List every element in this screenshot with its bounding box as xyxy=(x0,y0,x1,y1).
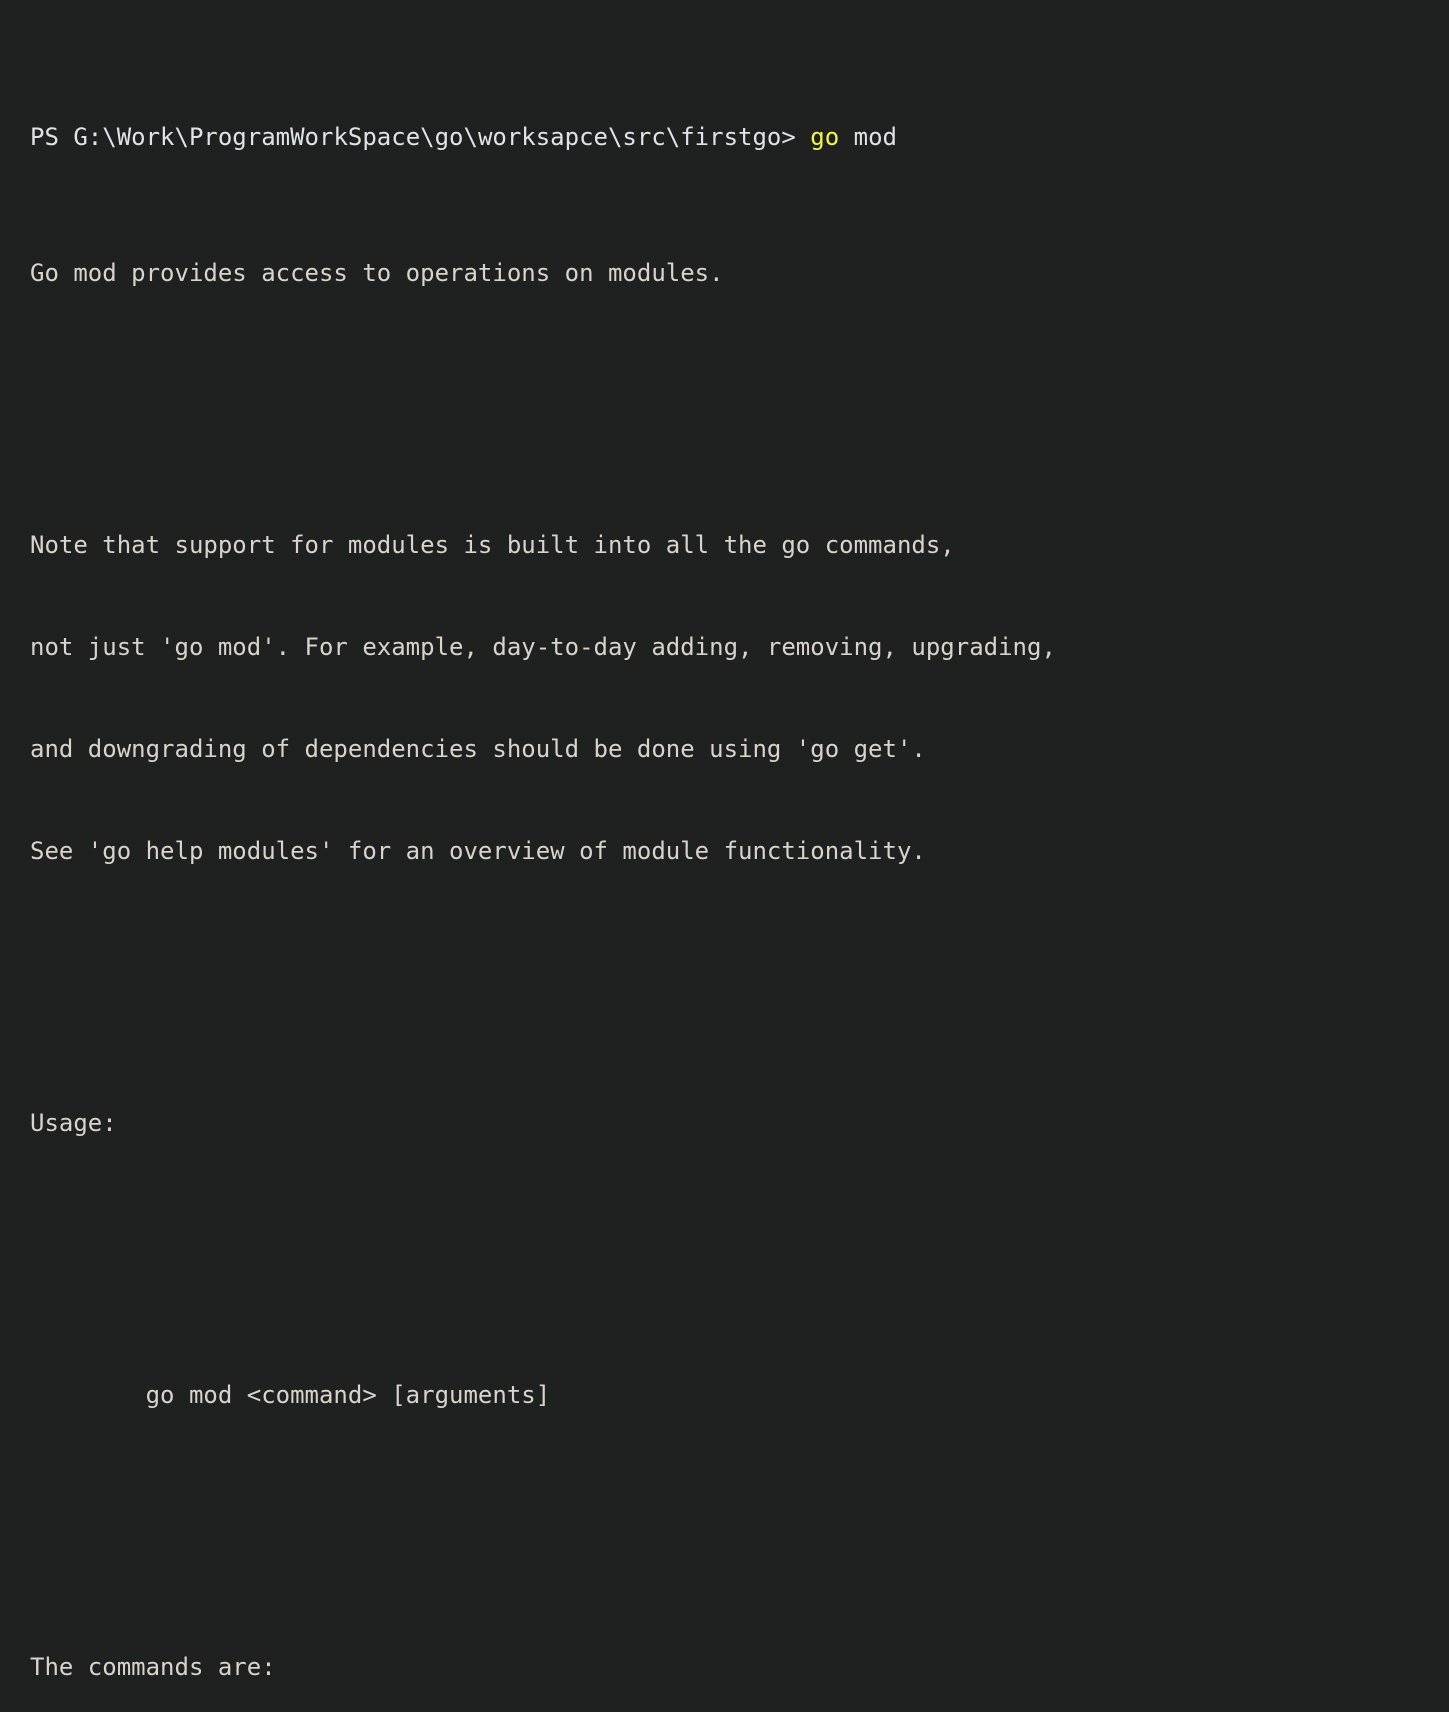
prompt-line: PS G:\Work\ProgramWorkSpace\go\worksapce… xyxy=(30,120,1449,154)
prompt-symbol: > xyxy=(781,123,811,151)
output-note-line-3: and downgrading of dependencies should b… xyxy=(30,735,926,763)
output-note-line-1: Note that support for modules is built i… xyxy=(30,531,955,559)
output-note-line-2: not just 'go mod'. For example, day-to-d… xyxy=(30,633,1056,661)
usage-heading: Usage: xyxy=(30,1109,117,1137)
entered-command-arguments: mod xyxy=(839,123,897,151)
output-summary-line: Go mod provides access to operations on … xyxy=(30,259,724,287)
terminal-output-pane[interactable]: PS G:\Work\ProgramWorkSpace\go\worksapce… xyxy=(0,0,1449,1681)
entered-command: go xyxy=(810,123,840,151)
commands-heading: The commands are: xyxy=(30,1653,276,1681)
output-note-line-4: See 'go help modules' for an overview of… xyxy=(30,837,926,865)
prompt-path-text: PS xyxy=(30,123,74,151)
prompt-working-directory: G:\Work\ProgramWorkSpace\go\worksapce\sr… xyxy=(73,123,782,151)
usage-syntax-line: go mod <command> [arguments] xyxy=(30,1381,551,1409)
